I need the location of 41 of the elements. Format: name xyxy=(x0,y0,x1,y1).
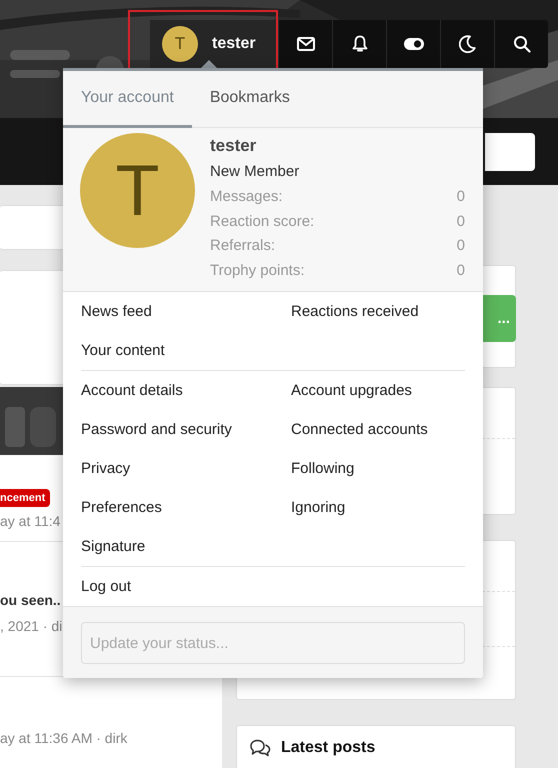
search-icon[interactable] xyxy=(512,35,530,53)
thread-meta: , 2021 · di xyxy=(0,618,62,634)
stat-value: 0 xyxy=(456,212,465,232)
status-field[interactable]: Update your status... xyxy=(81,622,465,664)
toggle-icon[interactable] xyxy=(404,38,424,50)
menu-link[interactable]: Your content xyxy=(81,331,165,370)
menu-link[interactable]: Password and security xyxy=(81,410,232,449)
menu-tab[interactable]: Bookmarks xyxy=(192,71,308,128)
menu-link[interactable]: Connected accounts xyxy=(291,410,428,449)
username[interactable]: tester xyxy=(210,133,465,159)
thread-meta: ay at 11:36 AM · dirk xyxy=(0,730,128,746)
stat-label: Messages: xyxy=(210,187,283,207)
user-avatar: T xyxy=(80,133,195,248)
input-field[interactable] xyxy=(485,132,535,170)
moon-icon[interactable] xyxy=(459,35,476,53)
menu-link[interactable]: Following xyxy=(291,449,354,488)
menu-link[interactable]: Log out xyxy=(81,567,132,606)
menu-link[interactable]: News feed xyxy=(81,292,152,331)
stat-value: 0 xyxy=(456,187,465,207)
menu-link[interactable]: Account upgrades xyxy=(291,371,412,410)
section-title: Latest posts xyxy=(281,739,376,757)
menu-link[interactable]: Ignoring xyxy=(291,488,346,527)
announcement-tag: ncement xyxy=(0,488,50,506)
thread-meta: ay at 11:4 xyxy=(0,513,60,529)
stat-label: Referrals: xyxy=(210,236,276,256)
user-menu-button[interactable]: T tester xyxy=(150,20,278,68)
username: tester xyxy=(212,35,256,53)
stat-label: Trophy points: xyxy=(210,260,304,280)
mail-icon[interactable] xyxy=(296,37,314,51)
menu-link[interactable]: Preferences xyxy=(81,488,162,527)
bell-icon[interactable] xyxy=(352,35,368,53)
menu-link[interactable]: Privacy xyxy=(81,449,130,488)
user-title: New Member xyxy=(210,162,300,182)
menu-link[interactable]: Reactions received xyxy=(291,292,419,331)
stat-value: 0 xyxy=(456,260,465,280)
stat-value: 0 xyxy=(456,236,465,256)
menu-link[interactable]: Account details xyxy=(81,371,183,410)
stat-label: Reaction score: xyxy=(210,212,314,232)
menu-link[interactable]: Signature xyxy=(81,527,146,566)
chat-icon xyxy=(249,739,271,757)
user-avatar: T xyxy=(162,26,198,62)
